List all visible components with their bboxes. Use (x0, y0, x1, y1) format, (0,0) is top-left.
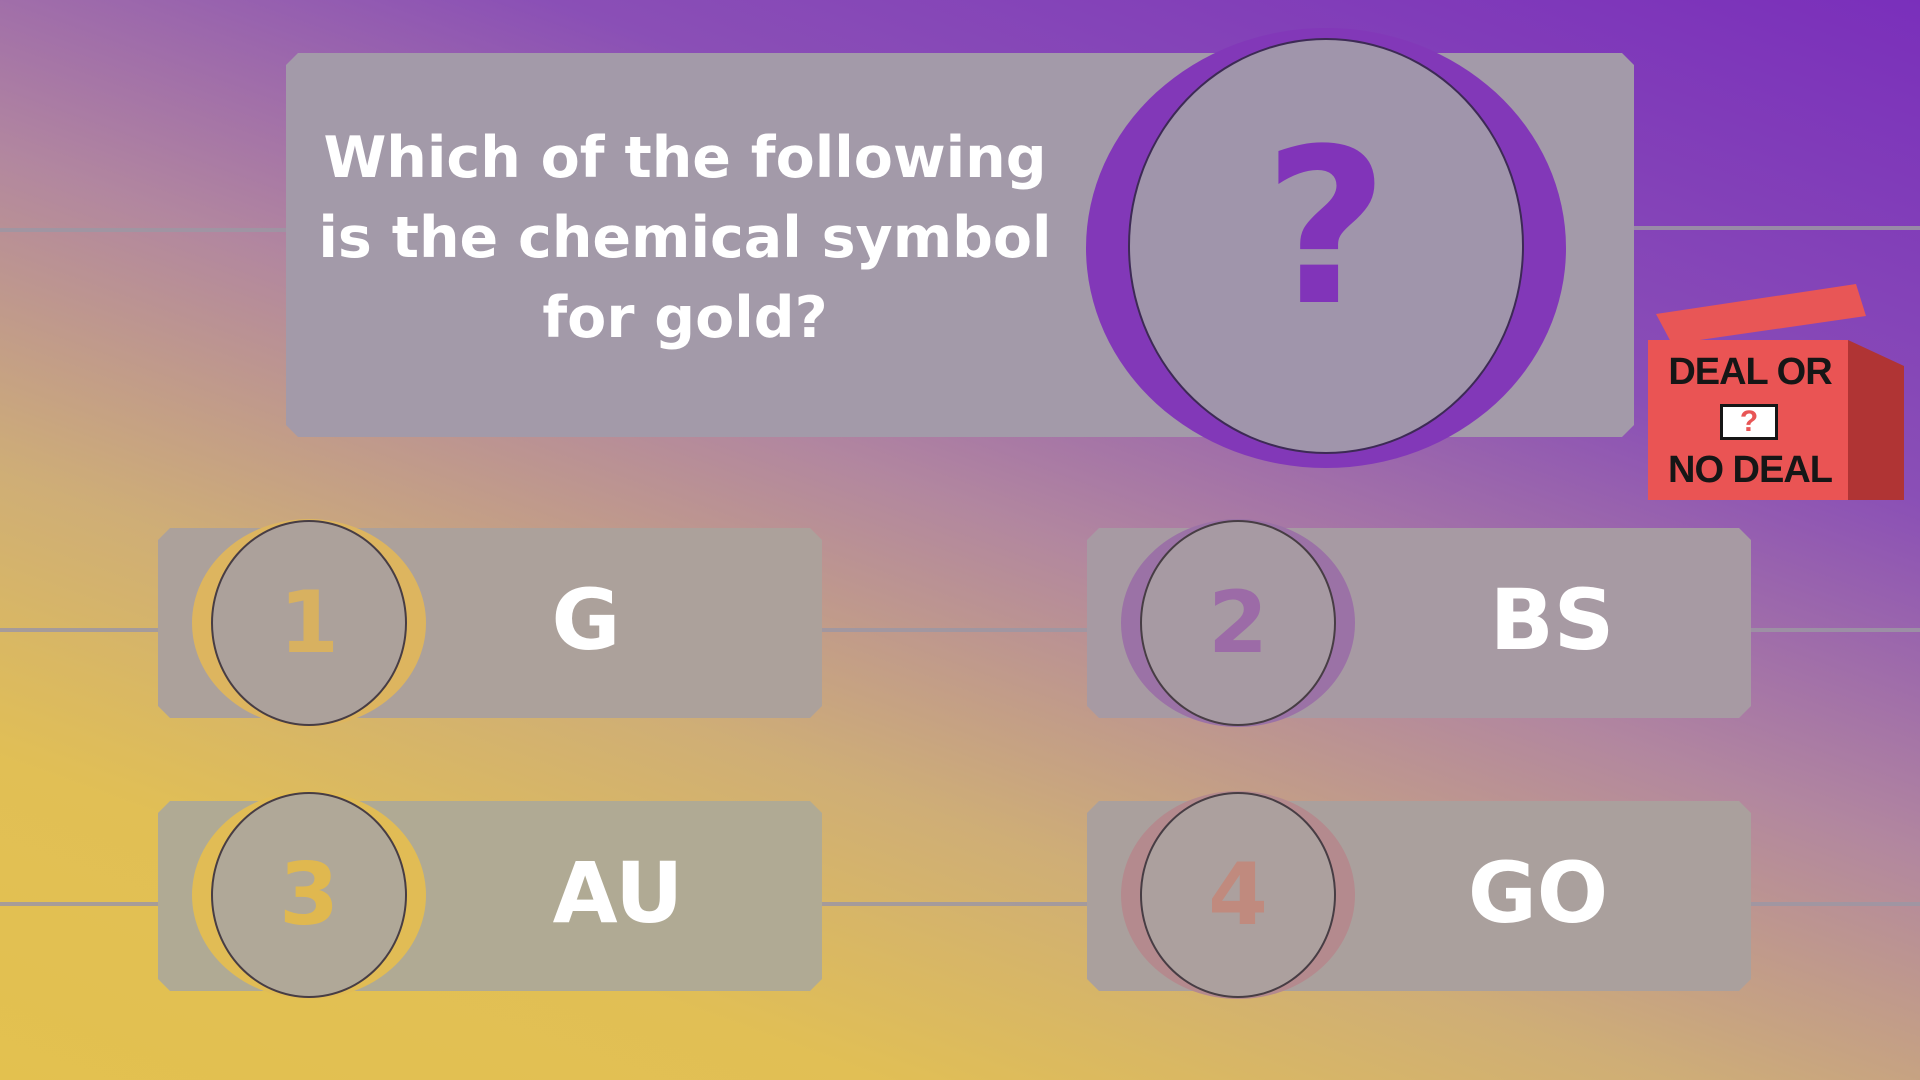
question-mark-icon: ? (1263, 102, 1389, 353)
deal-or-no-deal-logo: DEAL OR ? NO DEAL (1648, 284, 1910, 502)
answer-1-text[interactable]: G (426, 570, 746, 670)
answer-4-number[interactable]: 4 (1140, 792, 1336, 998)
logo-box-side (1848, 340, 1904, 500)
logo-box-lid (1656, 284, 1866, 344)
logo-line1: DEAL OR (1668, 351, 1832, 393)
answer-3-number[interactable]: 3 (211, 792, 407, 998)
rail-top-right (1620, 226, 1920, 230)
answer-1-number[interactable]: 1 (211, 520, 407, 726)
logo-line2: NO DEAL (1668, 449, 1833, 491)
answer-2-text[interactable]: BS (1392, 570, 1712, 670)
rail-top-left (0, 228, 300, 232)
answer-2-number[interactable]: 2 (1140, 520, 1336, 726)
answer-4-text[interactable]: GO (1378, 843, 1698, 943)
question-text: Which of the following is the chemical s… (318, 125, 1052, 351)
answer-3-text[interactable]: AU (458, 843, 778, 943)
logo-question-icon: ? (1720, 404, 1778, 440)
